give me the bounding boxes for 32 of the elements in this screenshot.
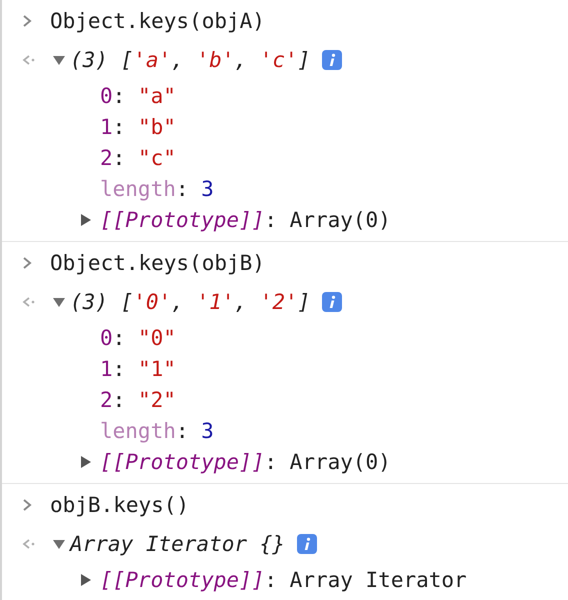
console-command: objB.keys() — [50, 493, 190, 517]
property-line: 2: "2" — [100, 388, 176, 412]
info-icon[interactable] — [322, 50, 342, 70]
expand-arrow-icon[interactable] — [52, 295, 66, 309]
property-line: 2: "c" — [100, 146, 176, 170]
prompt-icon — [22, 498, 32, 512]
property-line: [[Prototype]]: Array Iterator — [100, 568, 467, 592]
expand-arrow-icon[interactable] — [80, 213, 92, 227]
result-icon — [22, 538, 36, 550]
result-summary: (3) ['a', 'b', 'c'] — [70, 48, 310, 72]
property-line: 0: "0" — [100, 326, 176, 350]
property-line: length: 3 — [100, 176, 214, 200]
expand-arrow-icon[interactable] — [80, 455, 92, 469]
console-command: Object.keys(objA) — [50, 9, 265, 33]
prompt-icon — [22, 256, 32, 270]
property-line: [[Prototype]]: Array(0) — [100, 208, 391, 232]
property-line: length: 3 — [100, 418, 214, 442]
info-icon[interactable] — [296, 534, 317, 554]
info-icon[interactable] — [322, 292, 342, 312]
property-line: 1: "b" — [100, 114, 176, 138]
expand-arrow-icon[interactable] — [80, 573, 92, 587]
prompt-icon — [22, 14, 32, 28]
property-line: [[Prototype]]: Array(0) — [100, 450, 391, 474]
property-line: 0: "a" — [100, 84, 176, 108]
result-summary: Array Iterator {} — [70, 532, 285, 556]
expand-arrow-icon[interactable] — [52, 537, 66, 551]
result-icon — [22, 296, 36, 308]
result-summary: (3) ['0', '1', '2'] — [70, 290, 310, 314]
result-icon — [22, 54, 36, 66]
expand-arrow-icon[interactable] — [52, 53, 66, 67]
console-command: Object.keys(objB) — [50, 251, 265, 275]
property-line: 1: "1" — [100, 356, 176, 380]
